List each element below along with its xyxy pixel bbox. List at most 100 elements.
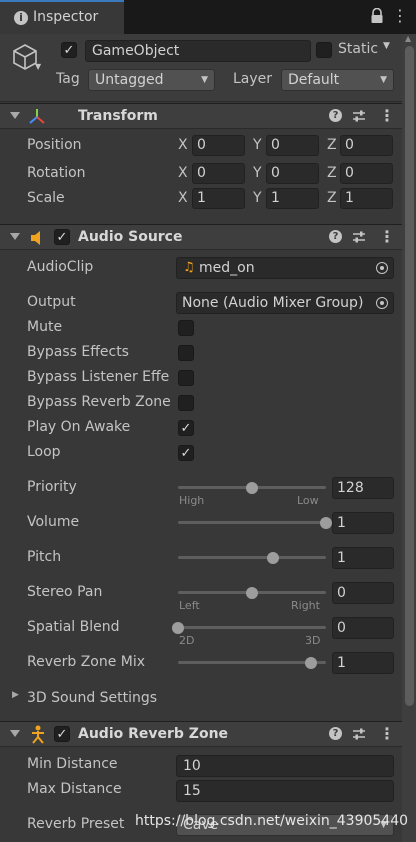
- axis-z-label[interactable]: Z: [327, 137, 337, 153]
- tab-inspector[interactable]: i Inspector: [0, 0, 124, 34]
- axis-x-label[interactable]: X: [178, 165, 188, 181]
- reverb-zone-mix-label: Reverb Zone Mix: [27, 654, 146, 670]
- priority-value-field[interactable]: 128: [332, 477, 394, 499]
- object-picker-icon[interactable]: [376, 262, 388, 274]
- slider-thumb[interactable]: [320, 516, 332, 529]
- audio-source-enabled-checkbox[interactable]: ✓: [54, 229, 70, 245]
- layer-label: Layer: [233, 71, 273, 87]
- presets-sliders-icon[interactable]: [352, 230, 366, 244]
- slider-thumb[interactable]: [266, 551, 279, 564]
- reverb-zone-mix-value-field[interactable]: 1: [332, 652, 394, 674]
- spatial-blend-label: Spatial Blend: [27, 619, 120, 635]
- static-label[interactable]: Static: [338, 41, 378, 57]
- stereo-pan-value-field[interactable]: 0: [332, 582, 394, 604]
- help-icon[interactable]: ?: [329, 109, 342, 122]
- rotation-z-field[interactable]: 0: [340, 163, 393, 184]
- context-menu-icon[interactable]: ⋮: [379, 106, 395, 126]
- icon-dropdown-arrow-icon[interactable]: ▼: [35, 62, 41, 71]
- info-icon: i: [14, 11, 28, 25]
- axis-z-label[interactable]: Z: [327, 190, 337, 206]
- spatial-blend-value-field[interactable]: 0: [332, 617, 394, 639]
- axis-x-label[interactable]: X: [178, 137, 188, 153]
- rotation-y-field[interactable]: 0: [266, 163, 319, 184]
- bypass-effects-label: Bypass Effects: [27, 344, 129, 360]
- stereo-pan-slider[interactable]: [178, 586, 326, 599]
- scale-x-field[interactable]: 1: [192, 188, 245, 209]
- audio-reverb-zone-enabled-checkbox[interactable]: ✓: [54, 726, 70, 742]
- object-picker-icon[interactable]: [376, 297, 388, 309]
- priority-slider[interactable]: [178, 481, 326, 494]
- spatial-blend-slider[interactable]: [172, 621, 326, 634]
- position-z-field[interactable]: 0: [340, 135, 393, 156]
- audio-reverb-zone-header[interactable]: ✓ Audio Reverb Zone ? ⋮: [0, 721, 402, 747]
- play-on-awake-checkbox[interactable]: ✓: [178, 420, 194, 436]
- transform-title: Transform: [78, 108, 158, 124]
- foldout-arrow-icon[interactable]: [10, 112, 20, 119]
- position-y-field[interactable]: 0: [266, 135, 319, 156]
- window-menu-icon[interactable]: ⋮: [390, 6, 410, 26]
- static-checkbox[interactable]: [316, 42, 332, 58]
- 3d-sound-settings-foldout[interactable]: 3D Sound Settings: [27, 690, 157, 706]
- slider-thumb[interactable]: [246, 586, 258, 599]
- axis-z-label[interactable]: Z: [327, 165, 337, 181]
- volume-value-field[interactable]: 1: [332, 512, 394, 534]
- stereo-pan-label: Stereo Pan: [27, 584, 103, 600]
- output-field[interactable]: None (Audio Mixer Group): [176, 292, 394, 314]
- priority-label: Priority: [27, 479, 77, 495]
- min-distance-field[interactable]: 10: [176, 755, 394, 777]
- bypass-reverb-zone-checkbox[interactable]: [178, 395, 194, 411]
- watermark-text: https://blog.csdn.net/weixin_43905440: [135, 813, 409, 829]
- static-dropdown-arrow-icon[interactable]: ▼: [383, 41, 390, 51]
- output-value: None (Audio Mixer Group): [182, 295, 364, 311]
- reverb-preset-label: Reverb Preset: [27, 816, 125, 832]
- scale-z-field[interactable]: 1: [340, 188, 393, 209]
- pitch-slider[interactable]: [178, 551, 326, 564]
- help-icon[interactable]: ?: [329, 230, 342, 243]
- reverb-zone-mix-slider[interactable]: [178, 656, 326, 669]
- chevron-right-icon[interactable]: ▶: [12, 690, 19, 700]
- axis-y-label[interactable]: Y: [253, 165, 262, 181]
- bypass-effects-checkbox[interactable]: [178, 345, 194, 361]
- context-menu-icon[interactable]: ⋮: [379, 724, 395, 744]
- mute-checkbox[interactable]: [178, 320, 194, 336]
- transform-header[interactable]: Transform ? ⋮: [0, 103, 402, 129]
- slider-thumb[interactable]: [246, 481, 258, 494]
- play-on-awake-label: Play On Awake: [27, 419, 131, 435]
- rotation-x-field[interactable]: 0: [192, 163, 245, 184]
- presets-sliders-icon[interactable]: [352, 727, 366, 741]
- position-x-field[interactable]: 0: [192, 135, 245, 156]
- slider-thumb[interactable]: [172, 621, 184, 634]
- volume-slider[interactable]: [178, 516, 332, 529]
- layer-dropdown[interactable]: Default ▼: [281, 69, 394, 91]
- gameobject-active-checkbox[interactable]: ✓: [61, 42, 77, 58]
- slider-thumb[interactable]: [305, 656, 318, 669]
- axis-y-label[interactable]: Y: [253, 190, 262, 206]
- priority-min-caption: High: [179, 494, 205, 507]
- bypass-listener-effects-checkbox[interactable]: [178, 370, 194, 386]
- transform-axes-icon: [29, 109, 45, 124]
- scale-y-field[interactable]: 1: [266, 188, 319, 209]
- bypass-reverb-zone-label: Bypass Reverb Zone: [27, 394, 171, 410]
- loop-checkbox[interactable]: ✓: [178, 445, 194, 461]
- pitch-value-field[interactable]: 1: [332, 547, 394, 569]
- tag-dropdown[interactable]: Untagged ▼: [88, 69, 215, 91]
- audio-source-header[interactable]: ✓ Audio Source ? ⋮: [0, 224, 402, 250]
- foldout-arrow-icon[interactable]: [10, 730, 20, 737]
- axis-y-label[interactable]: Y: [253, 137, 262, 153]
- axis-x-label[interactable]: X: [178, 190, 188, 206]
- vertical-scrollbar[interactable]: ▲: [402, 34, 416, 842]
- stereo-pan-max-caption: Right: [291, 599, 320, 612]
- scroll-up-arrow-icon[interactable]: ▲: [405, 34, 411, 43]
- presets-sliders-icon[interactable]: [352, 109, 366, 123]
- foldout-arrow-icon[interactable]: [10, 233, 20, 240]
- lock-icon[interactable]: [370, 8, 384, 24]
- context-menu-icon[interactable]: ⋮: [379, 227, 395, 247]
- gameobject-name-field[interactable]: GameObject: [85, 40, 311, 62]
- spatial-blend-max-caption: 3D: [305, 634, 321, 647]
- scrollbar-thumb[interactable]: [405, 46, 414, 706]
- help-icon[interactable]: ?: [329, 727, 342, 740]
- max-distance-field[interactable]: 15: [176, 780, 394, 802]
- audio-clip-field[interactable]: ♫ med_on: [176, 257, 394, 279]
- loop-label: Loop: [27, 444, 61, 460]
- mute-label: Mute: [27, 319, 63, 335]
